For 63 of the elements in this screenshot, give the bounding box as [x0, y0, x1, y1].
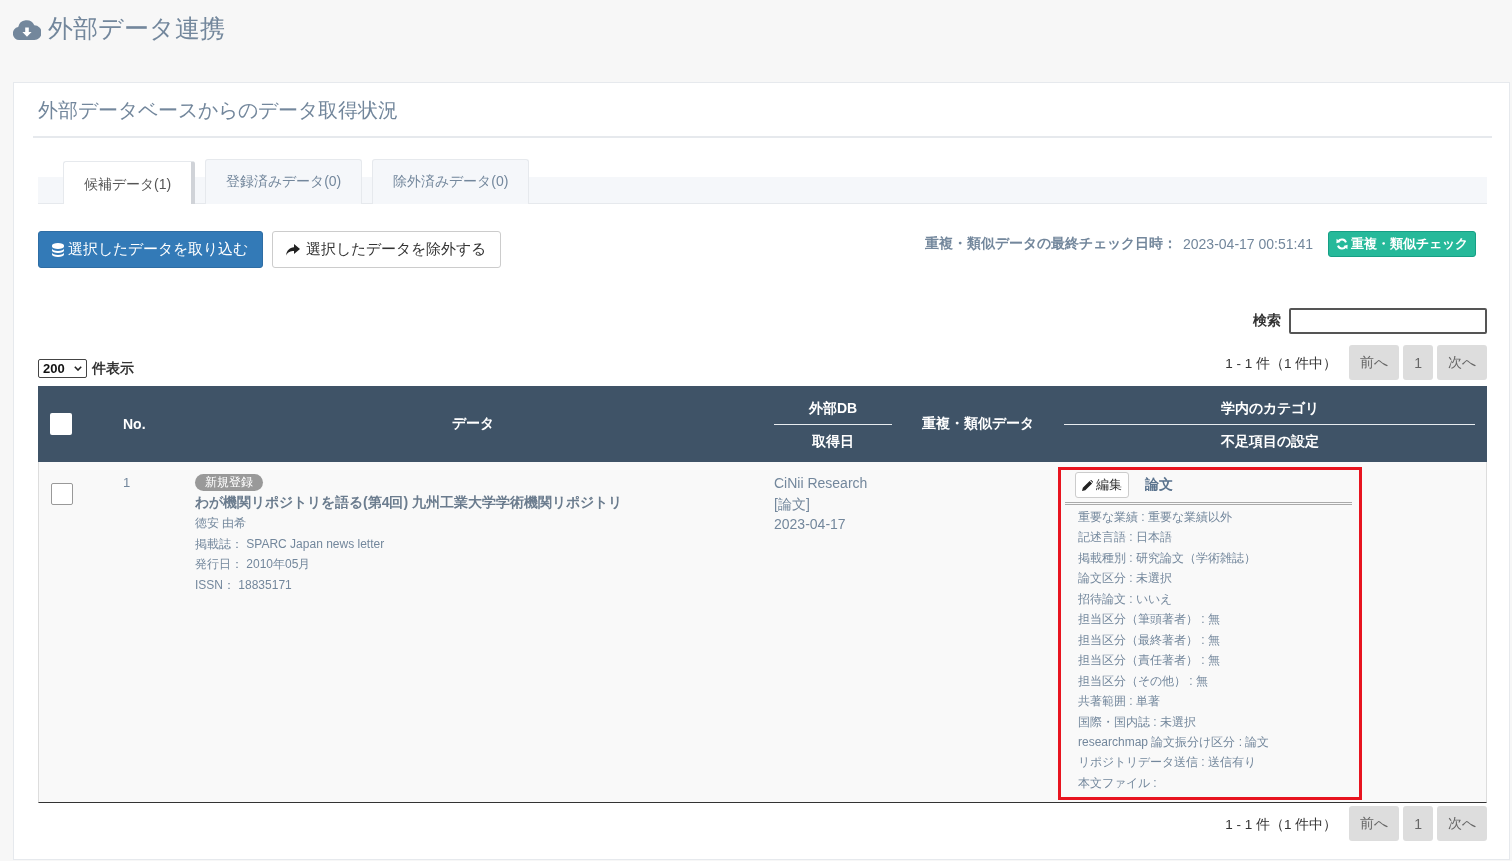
share-arrow-icon — [286, 243, 300, 256]
category-field: 記述言語 : 日本語 — [1078, 527, 1172, 548]
pagination-button[interactable]: 1 — [1403, 345, 1433, 380]
exclude-button[interactable]: 選択したデータを除外する — [272, 231, 501, 268]
pagination-button[interactable]: 次へ — [1437, 806, 1487, 842]
column-header: データ — [451, 415, 494, 431]
category-field: リポジトリデータ送信 : 送信有り — [1078, 752, 1256, 773]
source-info-text: 2023-04-17 — [774, 515, 846, 534]
record-detail: 発行日： 2010年05月 — [195, 556, 311, 573]
category-field: 国際・国内誌 : 未選択 — [1078, 711, 1196, 732]
database-icon — [52, 242, 64, 257]
record-title: わが機関リポジトリを語る(第4回) 九州工業大学学術機関リポジトリ — [195, 493, 622, 512]
pagination-button[interactable]: 1 — [1403, 806, 1433, 842]
last-check-time: 2023-04-17 00:51:41 — [1183, 236, 1313, 252]
source-info-text: [論文] — [774, 494, 810, 514]
pencil-icon — [1082, 479, 1093, 491]
pagination-button[interactable]: 次へ — [1437, 345, 1487, 380]
page-size-label: 件表示 — [92, 361, 134, 377]
category-field: researchmap 論文振分け区分 : 論文 — [1078, 732, 1270, 753]
column-header: 取得日 — [811, 431, 855, 451]
category-field: 担当区分（その他） : 無 — [1078, 670, 1208, 692]
column-header: No. — [123, 416, 146, 432]
column-header: 学内のカテゴリ — [1219, 398, 1320, 418]
chevron-down-icon — [74, 366, 82, 371]
edit-button[interactable]: 編集 — [1075, 472, 1129, 498]
search-field[interactable] — [1289, 308, 1487, 334]
record-detail: ISSN： 18835171 — [195, 576, 292, 594]
pagination-summary: 1 - 1 件（1 件中） — [1225, 355, 1338, 373]
category-name: 論文 — [1145, 476, 1173, 494]
refresh-icon — [1336, 238, 1348, 250]
tab[interactable]: 除外済みデータ(0) — [372, 159, 530, 204]
page-title: 外部データ連携 — [48, 13, 225, 43]
select-all-checkbox[interactable] — [50, 413, 72, 435]
last-check-label: 重複・類似データの最終チェック日時： — [925, 235, 1177, 253]
row-checkbox[interactable] — [51, 483, 73, 505]
page-size-select[interactable]: 200 — [38, 359, 87, 378]
category-field: 本文ファイル : — [1078, 772, 1157, 794]
column-header: 外部DB — [807, 398, 859, 418]
panel-title: 外部データベースからのデータ取得状況 — [33, 83, 1492, 138]
status-badge: 新規登録 — [195, 474, 263, 491]
source-info-text: CiNii Research — [774, 474, 868, 493]
category-field: 担当区分（責任著者） : 無 — [1078, 650, 1220, 671]
pagination-button[interactable]: 前へ — [1349, 806, 1400, 842]
category-field: 招待論文 : いいえ — [1078, 588, 1172, 610]
row-number: 1 — [123, 475, 131, 490]
author-name: 徳安 由希 — [195, 515, 247, 532]
category-field: 担当区分（最終著者） : 無 — [1078, 629, 1220, 651]
duplicate-check-button[interactable]: 重複・類似チェック — [1328, 231, 1476, 257]
category-field: 重要な業績 : 重要な業績以外 — [1078, 507, 1232, 528]
column-header: 不足項目の設定 — [1219, 431, 1320, 451]
pagination-summary: 1 - 1 件（1 件中） — [1225, 816, 1338, 835]
pagination-button[interactable]: 前へ — [1349, 345, 1400, 380]
category-field: 掲載種別 : 研究論文（学術雑誌） — [1078, 547, 1256, 569]
import-button[interactable]: 選択したデータを取り込む — [38, 231, 263, 268]
column-header: 重複・類似データ — [921, 415, 1034, 431]
cloud-download-icon — [13, 19, 41, 40]
category-field: 担当区分（筆頭著者） : 無 — [1078, 609, 1220, 630]
record-detail: 掲載誌： SPARC Japan news letter — [195, 535, 385, 553]
search-label: 検索 — [1253, 312, 1281, 330]
tab[interactable]: 候補データ(1) — [63, 161, 196, 204]
category-field: 共著範囲 : 単著 — [1078, 691, 1160, 712]
category-field: 論文区分 : 未選択 — [1078, 568, 1172, 589]
tab[interactable]: 登録済みデータ(0) — [205, 159, 363, 204]
